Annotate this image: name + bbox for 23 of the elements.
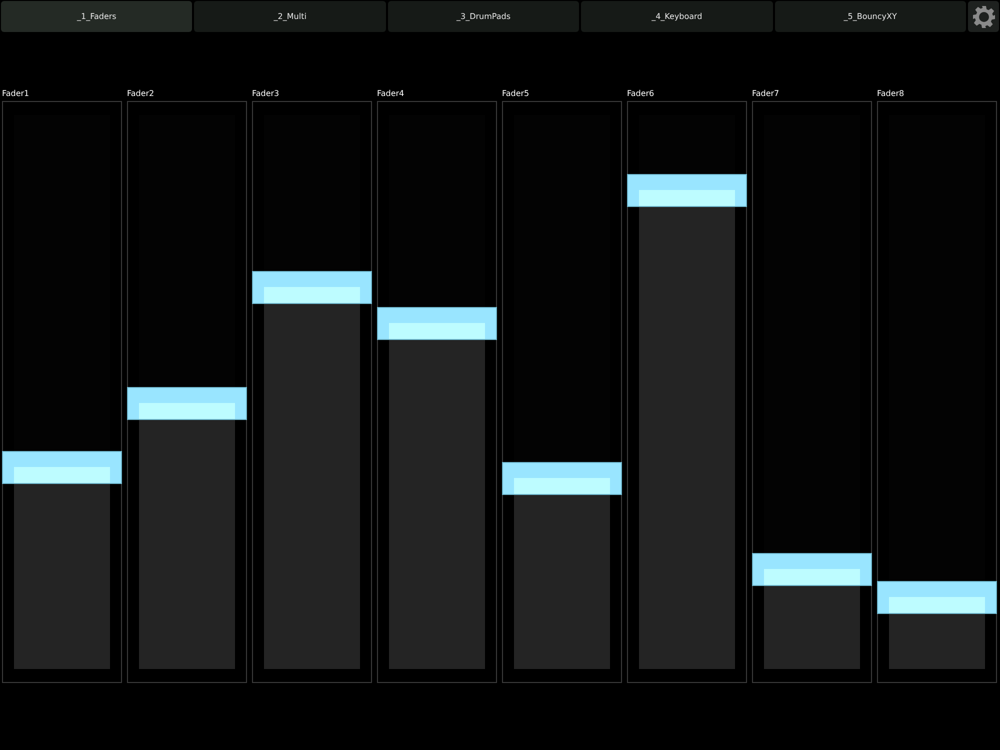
fader-handle[interactable] bbox=[377, 306, 497, 340]
tab[interactable]: _4_Keyboard bbox=[581, 1, 773, 32]
fader-label: Fader4 bbox=[377, 88, 404, 100]
tab[interactable]: _1_Faders bbox=[1, 1, 192, 32]
tab[interactable]: _3_DrumPads bbox=[388, 1, 580, 32]
fader-label: Fader1 bbox=[2, 88, 30, 100]
fader-label: Fader2 bbox=[127, 88, 154, 100]
fader-handle[interactable] bbox=[502, 462, 622, 495]
fader-handle[interactable] bbox=[877, 580, 997, 614]
fader-handle[interactable] bbox=[127, 387, 247, 420]
fader-label: Fader3 bbox=[252, 88, 280, 100]
tab[interactable]: _2_Multi bbox=[194, 1, 386, 32]
fader-handle[interactable] bbox=[627, 174, 747, 207]
fader-label: Fader8 bbox=[877, 88, 904, 100]
fader-handle[interactable] bbox=[2, 450, 122, 484]
fader-handle[interactable] bbox=[252, 270, 372, 304]
settings-icon bbox=[972, 4, 996, 28]
fader-label: Fader5 bbox=[502, 88, 530, 100]
tab[interactable]: _5_BouncyXY bbox=[774, 1, 966, 32]
fader-handle[interactable] bbox=[752, 553, 872, 586]
fader-label: Fader7 bbox=[752, 88, 780, 100]
settings-button[interactable] bbox=[968, 1, 1000, 32]
fader-label: Fader6 bbox=[627, 88, 654, 100]
